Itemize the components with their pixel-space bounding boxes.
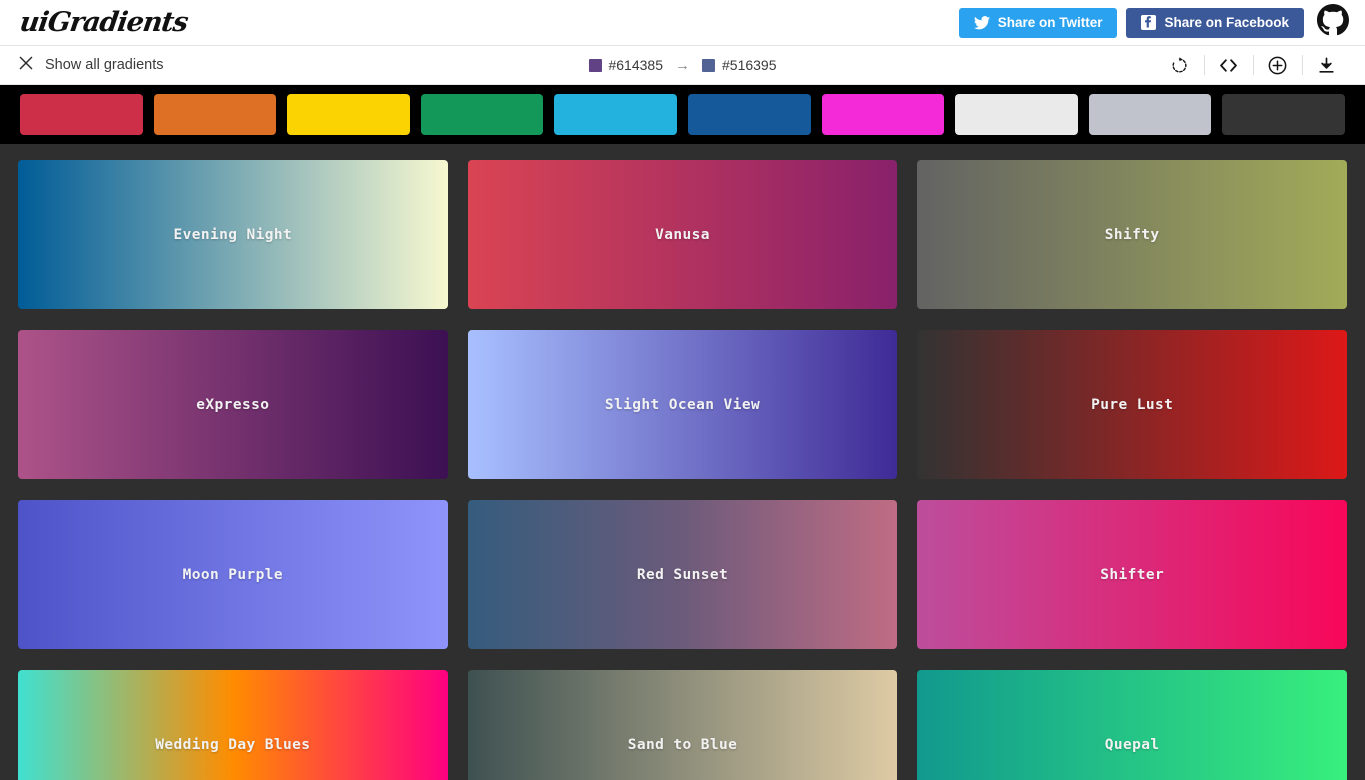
gradient-card-label: Shifty [1104,226,1160,243]
gradient-card-label: Red Sunset [636,566,729,583]
current-gradient-colors: #614385 → #516395 [588,56,777,74]
gradient-card-label: Pure Lust [1091,396,1174,413]
rotate-icon[interactable] [1155,46,1204,84]
swatch-red[interactable] [20,94,143,135]
gradient-card[interactable]: Sand to Blue [467,670,898,780]
gradient-card-label: Moon Purple [182,566,284,583]
color-swatch-strip [0,85,1365,144]
gradient-card[interactable]: Pure Lust [917,330,1347,479]
start-color-swatch [588,58,602,72]
gradient-grid: Evening Night Vanusa Shifty eXpresso Slight … [0,144,1365,780]
swatch-light-gray[interactable] [1088,94,1212,135]
gradient-direction-arrow: → [675,56,690,74]
gradient-card-label: Vanusa [655,226,710,243]
gradient-card[interactable]: Red Sunset [467,500,898,649]
gradient-start-color[interactable]: #614385 [588,57,663,73]
gradient-card[interactable]: Evening Night [18,160,448,309]
swatch-blue[interactable] [687,94,811,135]
end-color-hex: #516395 [722,57,777,73]
show-all-gradients-label: Show all gradients [45,57,164,73]
gradient-card[interactable]: Quepal [917,670,1347,780]
swatch-magenta[interactable] [821,94,945,135]
gradient-card[interactable]: Shifty [917,160,1347,309]
gradient-card[interactable]: Wedding Day Blues [18,670,448,780]
show-all-gradients-button[interactable]: Show all gradients [18,55,164,75]
gradient-card[interactable]: Vanusa [467,160,898,309]
gradient-card-label: Shifter [1100,566,1165,583]
swatch-orange[interactable] [153,94,277,135]
swatch-white[interactable] [955,94,1078,135]
brand-logo[interactable]: uiGradients [18,7,190,38]
share-twitter-label: Share on Twitter [997,15,1103,30]
gradient-end-color[interactable]: #516395 [702,57,777,73]
app-header: uiGradients Share on Twitter Share on Fa… [0,0,1365,46]
swatch-cyan[interactable] [554,94,677,135]
header-actions: Share on Twitter Share on Facebook [958,4,1349,41]
code-icon[interactable] [1204,46,1253,84]
gradient-card-label: Wedding Day Blues [155,736,311,753]
plus-circle-icon[interactable] [1253,46,1302,84]
gradient-card[interactable]: Moon Purple [18,500,448,649]
twitter-icon [973,15,990,30]
share-facebook-label: Share on Facebook [1164,15,1289,30]
toolbar-actions [1155,46,1351,84]
gradient-card-label: eXpresso [196,396,270,413]
gradient-toolbar: Show all gradients #614385 → #516395 [0,46,1365,85]
close-icon [18,55,34,75]
swatch-yellow[interactable] [287,94,410,135]
gradient-card[interactable]: Shifter [917,500,1347,649]
gradient-card-label: Sand to Blue [627,736,738,753]
swatch-dark-gray[interactable] [1222,94,1345,135]
gradient-card[interactable]: eXpresso [18,330,448,479]
share-facebook-button[interactable]: Share on Facebook [1126,7,1304,38]
gradient-card-label: Evening Night [173,226,293,243]
github-icon[interactable] [1317,4,1349,41]
share-twitter-button[interactable]: Share on Twitter [958,7,1118,38]
end-color-swatch [702,58,715,72]
gradient-card-label: Slight Ocean View [604,396,761,413]
swatch-green[interactable] [420,94,544,135]
download-icon[interactable] [1302,46,1351,84]
gradient-card-label: Quepal [1104,736,1160,753]
facebook-icon [1141,15,1157,30]
gradient-card[interactable]: Slight Ocean View [467,330,898,479]
start-color-hex: #614385 [608,57,663,73]
